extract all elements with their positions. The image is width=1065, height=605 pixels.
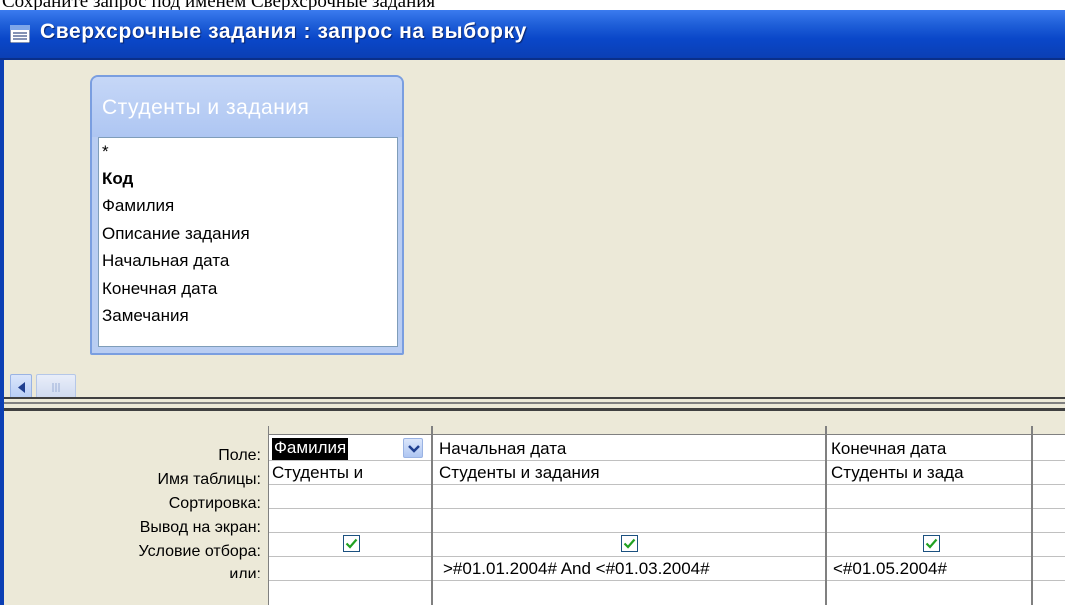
row-label-field: Поле: (218, 447, 261, 464)
chevron-down-icon[interactable] (403, 438, 423, 458)
field-item-id[interactable]: Код (102, 169, 133, 189)
table-pane: Студенты и задания * Код Фамилия Описани… (4, 62, 1065, 399)
row-label-sort: Сортировка: (168, 495, 261, 512)
column-selector[interactable] (269, 426, 431, 435)
scrollbar-thumb[interactable] (36, 374, 76, 399)
row-label-table: Имя таблицы: (157, 471, 261, 488)
grid-column-1[interactable]: Фамилия Студенты и (268, 426, 432, 605)
show-checkbox[interactable] (621, 535, 638, 552)
field-list-title: Студенты и задания (102, 96, 310, 119)
query-design-window: Сверхсрочные задания : запрос на выборку… (0, 10, 1065, 605)
table-cell[interactable]: Студенты и задания (439, 463, 823, 483)
checkmark-icon (925, 538, 938, 549)
row-label-criteria: Условие отбора: (138, 543, 261, 560)
field-item-surname[interactable]: Фамилия (102, 196, 174, 216)
field-cell-selected[interactable]: Фамилия (272, 438, 349, 460)
column-selector[interactable] (1033, 426, 1065, 435)
field-cell[interactable]: Начальная дата (439, 439, 823, 459)
show-checkbox[interactable] (923, 535, 940, 552)
column-selector[interactable] (827, 426, 1031, 435)
checkmark-icon (623, 538, 636, 549)
criteria-cell[interactable]: >#01.01.2004# And <#01.03.2004# (443, 559, 823, 579)
show-checkbox[interactable] (343, 535, 360, 552)
window-title: Сверхсрочные задания : запрос на выборку (40, 20, 527, 43)
checkmark-icon (345, 538, 358, 549)
row-label-or: или: (229, 566, 261, 578)
field-cell[interactable]: Конечная дата (831, 439, 1001, 459)
field-item-start-date[interactable]: Начальная дата (102, 251, 229, 271)
field-item-end-date[interactable]: Конечная дата (102, 279, 217, 299)
splitter-line (4, 402, 1065, 404)
table-cell[interactable]: Студенты и зада (831, 463, 1001, 483)
field-item-notes[interactable]: Замечания (102, 306, 189, 326)
query-grid: Поле: Имя таблицы: Сортировка: Вывод на … (4, 411, 1065, 605)
horizontal-scrollbar[interactable] (10, 374, 80, 399)
field-list[interactable]: * Код Фамилия Описание задания Начальная… (98, 137, 398, 347)
title-bar[interactable]: Сверхсрочные задания : запрос на выборку (0, 10, 1065, 60)
field-item-all[interactable]: * (102, 142, 109, 162)
field-list-title-bar[interactable]: Студенты и задания (92, 77, 402, 137)
field-list-window[interactable]: Студенты и задания * Код Фамилия Описани… (90, 75, 404, 355)
row-label-show: Вывод на экран: (139, 519, 261, 536)
grid-column-4[interactable] (1032, 426, 1065, 605)
scroll-left-arrow-icon[interactable] (10, 374, 32, 399)
criteria-cell[interactable]: <#01.05.2004# (833, 559, 1003, 579)
grid-column-3[interactable]: Конечная дата Студенты и зада <#01.05.20… (826, 426, 1032, 605)
query-window-icon (10, 25, 30, 43)
column-selector[interactable] (433, 426, 825, 435)
grid-column-2[interactable]: Начальная дата Студенты и задания >#01.0… (432, 426, 826, 605)
table-cell[interactable]: Студенты и (272, 463, 428, 483)
field-item-description[interactable]: Описание задания (102, 224, 250, 244)
pane-splitter[interactable] (4, 397, 1065, 411)
